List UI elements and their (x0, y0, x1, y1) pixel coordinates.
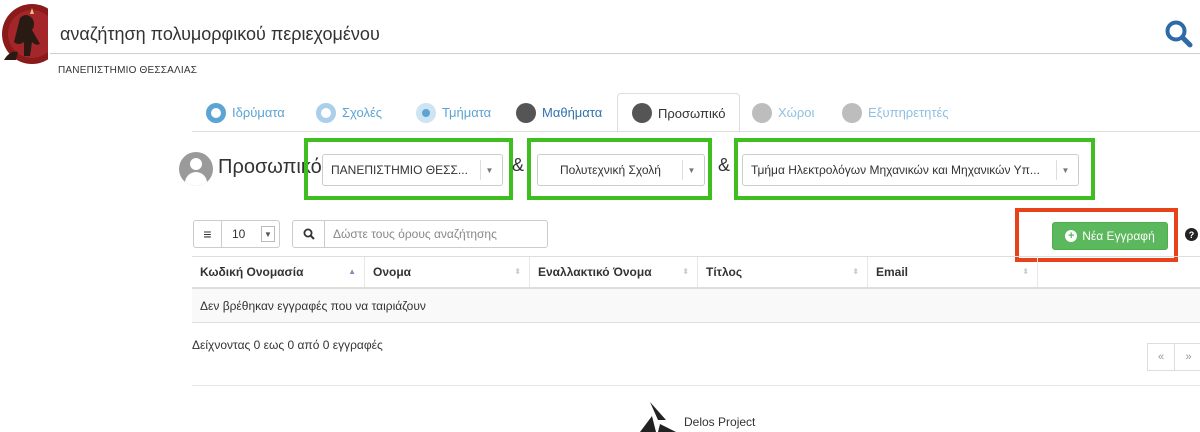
category-tabs: Ιδρύματα Σχολές Τμήματα Μαθήματα Προσωπι… (192, 93, 1200, 133)
tab-label: Προσωπικό (658, 105, 726, 121)
chevron-down-icon: ▼ (480, 160, 498, 180)
search-icon[interactable] (1163, 18, 1195, 50)
tabs-divider (192, 131, 1200, 132)
tab-departments[interactable]: Τμήματα (402, 93, 505, 132)
delos-logo (640, 402, 676, 432)
sort-icon: ⬍ (682, 267, 689, 276)
column-header[interactable]: Τίτλος ⬍ (698, 257, 868, 287)
tab-label: Μαθήματα (542, 105, 603, 120)
tab-label: Τμήματα (442, 105, 492, 120)
plus-circle-icon: + (1065, 230, 1078, 242)
tab-label: Εξυπηρετητές (868, 105, 949, 120)
list-icon: ≡ (194, 221, 222, 247)
page-length-select[interactable]: ≡ 10 ▼ (193, 220, 280, 248)
column-header[interactable]: Εναλλακτικό Όνομα ⬍ (530, 257, 698, 287)
pagination: « » (1147, 343, 1200, 371)
chevron-down-icon: ▼ (261, 226, 275, 242)
column-header[interactable]: Ονομα ⬍ (365, 257, 530, 287)
tab-schools[interactable]: Σχολές (302, 93, 396, 132)
dot-icon (416, 102, 436, 123)
ring-icon (206, 102, 226, 123)
user-icon (632, 103, 652, 123)
page-length-value: 10 (232, 227, 246, 241)
search-input[interactable] (325, 222, 547, 246)
ring-icon (316, 102, 336, 123)
book-icon (516, 102, 536, 123)
sort-asc-icon: ▲ (348, 267, 356, 276)
chevron-down-icon: ▼ (1056, 160, 1074, 180)
sort-icon: ⬍ (514, 267, 521, 276)
column-header[interactable]: Κωδική Ονομασία ▲ (192, 257, 365, 287)
help-icon[interactable]: ? (1185, 228, 1198, 241)
table-header: Κωδική Ονομασία ▲ Ονομα ⬍ Εναλλακτικό Όνομ… (192, 256, 1200, 289)
prev-page-button[interactable]: « (1147, 343, 1175, 371)
amp-separator: & (718, 155, 731, 175)
tab-courses[interactable]: Μαθήματα (502, 93, 616, 132)
staff-table: Κωδική Ονομασία ▲ Ονομα ⬍ Εναλλακτικό Όνομ… (192, 256, 1200, 323)
server-icon (842, 102, 862, 123)
chevron-down-icon: ▼ (682, 160, 700, 180)
header-divider (50, 53, 1200, 54)
tab-label: Χώροι (778, 105, 815, 120)
column-header (1038, 257, 1200, 287)
tab-servers[interactable]: Εξυπηρετητές (828, 93, 963, 132)
sort-icon: ⬍ (1022, 267, 1029, 276)
tab-label: Ιδρύματα (232, 105, 285, 120)
footer-divider (192, 385, 1200, 386)
tab-institutions[interactable]: Ιδρύματα (192, 93, 299, 132)
school-select[interactable]: Πολυτεχνική Σχολή ▼ (537, 154, 705, 186)
university-name: ΠΑΝΕΠΙΣΤΗΜΙΟ ΘΕΣΣΑΛΙΑΣ (58, 65, 198, 76)
tab-label: Σχολές (342, 105, 383, 120)
table-info: Δείχνοντας 0 εως 0 από 0 εγγραφές (192, 338, 383, 352)
amp-separator: & (512, 155, 525, 175)
tab-rooms[interactable]: Χώροι (738, 93, 828, 132)
footer-project: Delos Project (684, 415, 756, 429)
user-icon (179, 152, 213, 186)
university-logo (2, 4, 62, 70)
new-record-button[interactable]: + Νέα Εγγραφή (1052, 222, 1168, 250)
tab-staff[interactable]: Προσωπικό (617, 93, 741, 133)
search-field (292, 220, 548, 248)
search-icon (293, 221, 325, 247)
sort-icon: ⬍ (852, 267, 859, 276)
department-select[interactable]: Τμήμα Ηλεκτρολόγων Μηχανικών και Μηχανικ… (742, 154, 1079, 186)
select-value: Πολυτεχνική Σχολή (560, 163, 661, 177)
new-record-label: Νέα Εγγραφή (1082, 229, 1155, 243)
car-icon (752, 102, 772, 123)
app-title: αναζήτηση πολυμορφικού περιεχομένου (60, 24, 380, 44)
select-value: ΠΑΝΕΠΙΣΤΗΜΙΟ ΘΕΣΣ... (331, 163, 468, 177)
table-row: Δεν βρέθηκαν εγγραφές που να ταιριάζουν (192, 289, 1200, 323)
select-value: Τμήμα Ηλεκτρολόγων Μηχανικών και Μηχανικ… (751, 163, 1040, 177)
column-header[interactable]: Email ⬍ (868, 257, 1038, 287)
next-page-button[interactable]: » (1175, 343, 1200, 371)
institution-select[interactable]: ΠΑΝΕΠΙΣΤΗΜΙΟ ΘΕΣΣ... ▼ (322, 154, 503, 186)
